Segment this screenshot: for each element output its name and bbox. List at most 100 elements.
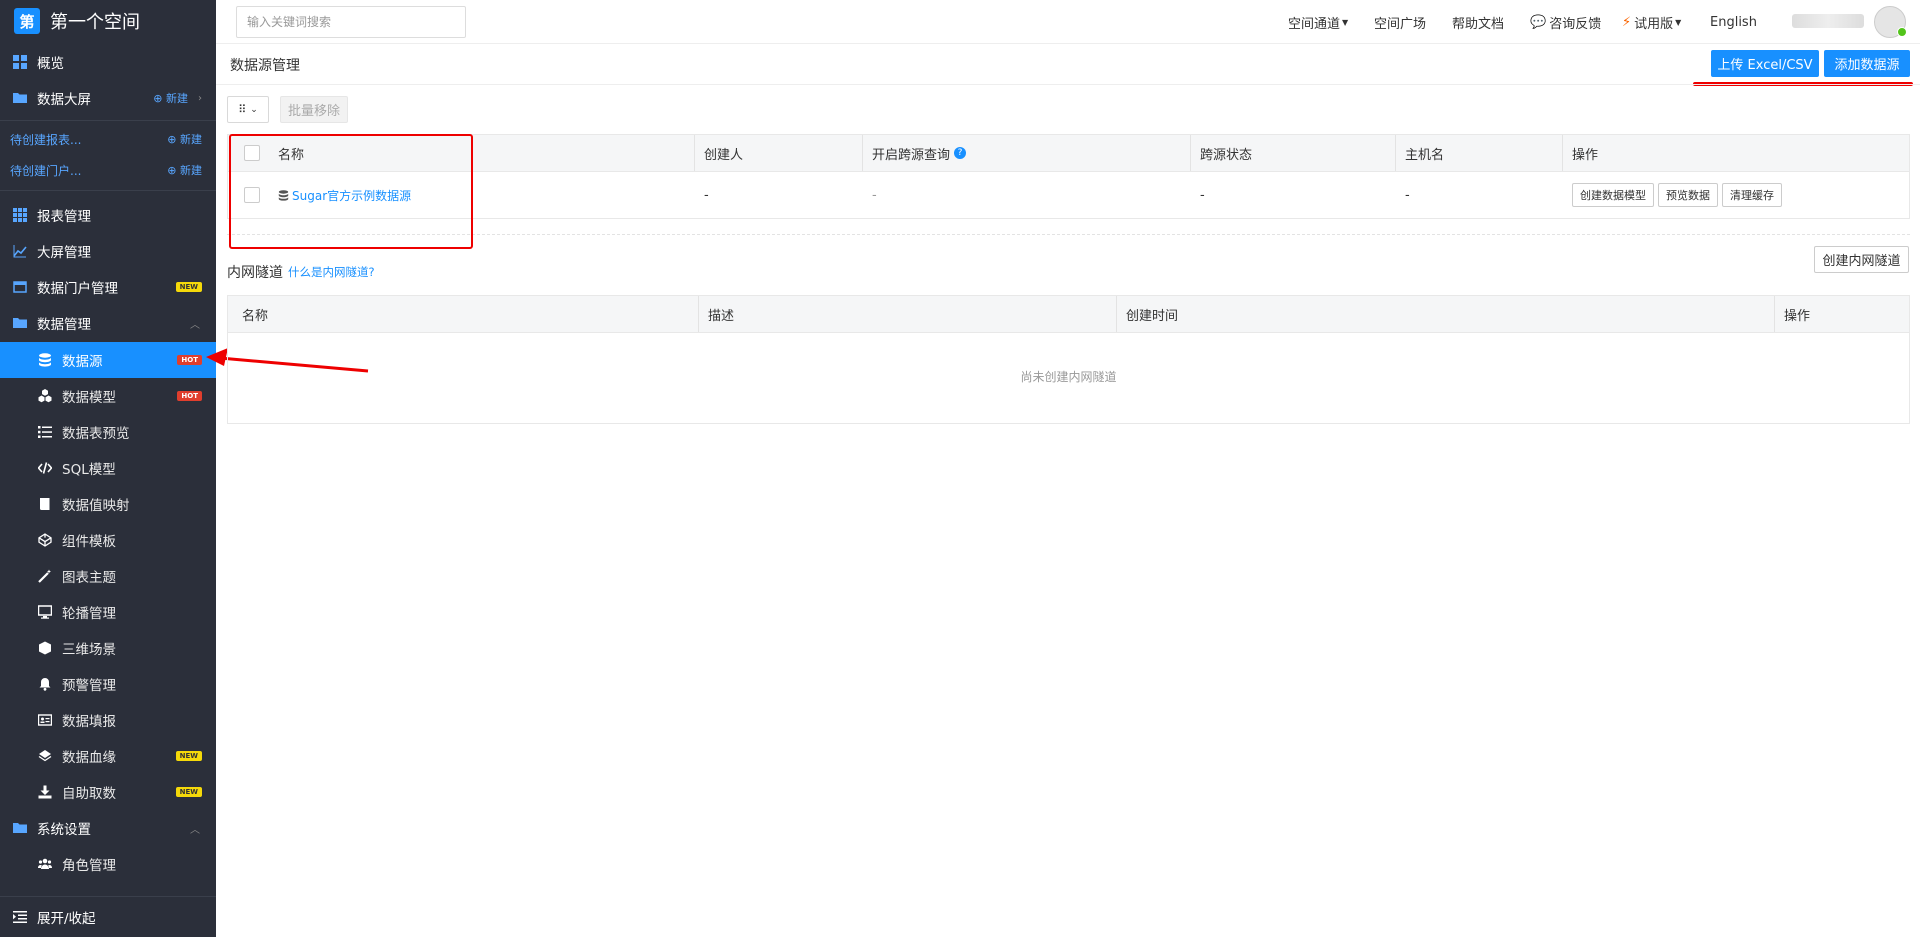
header-host: 主机名 [1405,147,1445,163]
sidebar-item-big-screen[interactable]: 数据大屏 ⊕ 新建 › [0,80,216,116]
sidebar-item-data-model[interactable]: 数据模型 HOT [0,378,216,414]
sidebar-item-value-mapping[interactable]: 数据值映射 [0,486,216,522]
table-row: Sugar官方示例数据源 - - - - 创建数据模型 预览数据 清理缓存 [228,172,1909,218]
sidebar-item-label: 数据值映射 [62,498,130,514]
database-icon [39,353,51,367]
user-avatar[interactable] [1874,6,1907,38]
add-datasource-button[interactable]: 添加数据源 [1824,50,1910,77]
sidebar-item-datasource[interactable]: 数据源 HOT [0,342,216,378]
chat-icon: 💬 [1530,14,1547,30]
upload-excel-button[interactable]: 上传 Excel/CSV [1711,50,1819,77]
sidebar-item-chart-theme[interactable]: 图表主题 [0,558,216,594]
clear-cache-button[interactable]: 清理缓存 [1722,183,1782,207]
search-input[interactable] [236,6,466,38]
draft-portal[interactable]: 待创建门户... ⊕ 新建 [0,152,216,188]
empty-state-text: 尚未创建内网隧道 [1020,370,1117,384]
cross-query-value: - [872,187,877,203]
sidebar-item-label: 数据门户管理 [37,281,118,297]
preview-data-button[interactable]: 预览数据 [1658,183,1718,207]
new-report-link[interactable]: ⊕ 新建 [167,131,202,147]
sidebar-item-data-fill[interactable]: 数据填报 [0,702,216,738]
nav-space-plaza[interactable]: 空间广场 [1374,0,1426,44]
hot-badge: HOT [177,355,202,365]
collapse-toggle[interactable]: 展开/收起 [0,896,216,937]
sidebar-item-report-management[interactable]: 报表管理 [0,197,216,233]
sidebar-item-data-management[interactable]: 数据管理 ︿ [0,305,216,341]
dashboard-icon [13,55,27,69]
column-settings-button[interactable]: ⠿ ⌄ [227,96,269,123]
sidebar-item-system-settings[interactable]: 系统设置 ︿ [0,810,216,846]
users-icon [38,858,52,869]
tunnel-help-link[interactable]: 什么是内网隧道? [288,264,375,280]
divider [216,84,1920,85]
sidebar-item-screen-management[interactable]: 大屏管理 [0,233,216,269]
sidebar-item-label: 概览 [37,56,64,72]
sidebar-item-label: 组件模板 [62,534,116,550]
sidebar-item-label: 三维场景 [62,642,116,658]
window-icon [13,281,27,293]
nav-feedback[interactable]: 💬 咨询反馈 [1530,0,1601,44]
chevron-right-icon: › [198,92,202,104]
sidebar-item-overview[interactable]: 概览 [0,44,216,80]
header-cross-query: 开启跨源查询 ? [872,135,967,171]
cross-status-value: - [1200,187,1205,203]
sidebar-item-table-preview[interactable]: 数据表预览 [0,414,216,450]
sidebar-item-sql-model[interactable]: SQL模型 [0,450,216,486]
header-created-time: 创建时间 [1126,308,1179,324]
tunnel-section-title: 内网隧道 [227,265,283,281]
datasource-table: 名称 创建人 开启跨源查询 ? 跨源状态 主机名 操作 Sugar官方示例数据源… [227,134,1910,219]
nav-trial[interactable]: ⚡ 试用版 ▼ [1622,0,1681,44]
code-icon [38,462,52,474]
sidebar-item-label: 预警管理 [62,678,116,694]
sidebar-item-self-service[interactable]: 自助取数 NEW [0,774,216,810]
header-actions: 操作 [1572,147,1599,163]
new-portal-link[interactable]: ⊕ 新建 [167,162,202,178]
brand[interactable]: 第 第一个空间 [0,0,216,42]
cubes-icon [38,389,52,403]
indent-icon [13,911,27,923]
new-big-screen-link[interactable]: ⊕ 新建 [153,90,188,106]
sidebar-item-alert-management[interactable]: 预警管理 [0,666,216,702]
sidebar-item-label: 数据管理 [37,317,91,333]
create-model-button[interactable]: 创建数据模型 [1572,183,1654,207]
sidebar-item-label: 报表管理 [37,209,91,225]
divider [227,234,1910,235]
sidebar-item-portal-management[interactable]: 数据门户管理 NEW [0,269,216,305]
create-tunnel-button[interactable]: 创建内网隧道 [1814,246,1909,273]
header-creator: 创建人 [704,147,744,163]
codepen-icon [38,533,52,547]
sidebar-item-label: 轮播管理 [62,606,116,622]
header-cross-status: 跨源状态 [1200,147,1253,163]
nav-language[interactable]: English [1710,0,1757,44]
sidebar-item-role-management[interactable]: 角色管理 [0,846,216,882]
caret-down-icon: ▼ [1342,17,1349,27]
question-icon[interactable]: ? [954,147,967,159]
table-header: 名称 创建人 开启跨源查询 ? 跨源状态 主机名 操作 [228,135,1909,172]
sidebar-item-carousel-management[interactable]: 轮播管理 [0,594,216,630]
batch-remove-button[interactable]: 批量移除 [280,96,348,123]
host-value: - [1405,187,1410,203]
username-blurred [1792,14,1864,28]
list-icon [38,426,52,438]
sidebar-item-data-lineage[interactable]: 数据血缘 NEW [0,738,216,774]
top-header: 空间通道 ▼ 空间广场 帮助文档 💬 咨询反馈 ⚡ 试用版 ▼ English [216,0,1920,44]
folder-icon [13,823,27,833]
chevron-up-icon: ︿ [190,824,200,836]
nav-help-docs[interactable]: 帮助文档 [1452,0,1504,44]
layers-icon [38,750,52,762]
sidebar-item-label: 数据大屏 [37,92,91,108]
folder-icon [13,93,27,103]
space-title: 第一个空间 [50,12,140,33]
chevron-down-icon: ⌄ [250,104,258,115]
sidebar-item-label: 大屏管理 [37,245,91,261]
header-actions: 操作 [1784,308,1811,324]
new-badge: NEW [175,751,202,761]
sidebar-item-3d-scene[interactable]: 三维场景 [0,630,216,666]
nav-space-channel[interactable]: 空间通道 ▼ [1288,0,1348,44]
id-card-icon [38,714,52,726]
header-description: 描述 [708,308,735,324]
sidebar-item-component-template[interactable]: 组件模板 [0,522,216,558]
new-badge: NEW [175,787,202,797]
download-icon [38,785,52,799]
annotation-highlight-box [229,134,473,249]
